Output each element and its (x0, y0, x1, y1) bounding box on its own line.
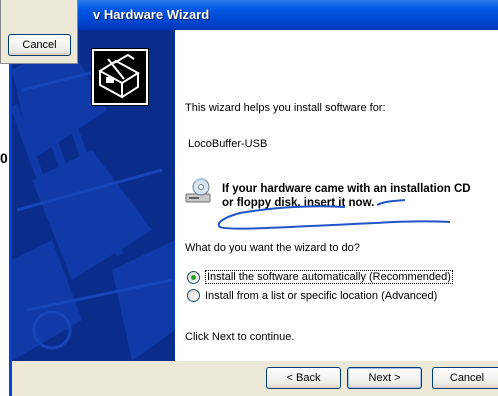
hardware-wizard-window: v Hardware Wizard This wizard helps you … (9, 0, 498, 396)
background-cancel-button[interactable]: Cancel (8, 34, 71, 56)
hardware-install-icon (92, 49, 148, 105)
option-install-from-list[interactable]: Install from a list or specific location… (187, 289, 437, 302)
cd-drive-icon (185, 178, 211, 203)
cd-hint-line2: or floppy disk, insert it now. (222, 197, 375, 209)
question-text: What do you want the wizard to do? (185, 242, 360, 254)
background-window: Cancel (0, 0, 78, 64)
intro-text: This wizard helps you install software f… (185, 102, 386, 114)
option-install-automatically[interactable]: Install the software automatically (Reco… (187, 270, 453, 284)
next-button[interactable]: Next > (347, 367, 422, 389)
continue-text: Click Next to continue. (185, 331, 295, 343)
wizard-content: This wizard helps you install software f… (175, 30, 498, 361)
back-button[interactable]: < Back (266, 367, 341, 389)
option-label: Install the software automatically (Reco… (205, 270, 453, 284)
wizard-banner (12, 30, 175, 361)
window-title: v Hardware Wizard (93, 7, 210, 22)
device-name: LocoBuffer-USB (188, 138, 268, 150)
option-label: Install from a list or specific location… (205, 289, 438, 302)
radio-button[interactable] (187, 289, 200, 302)
radio-button-selected[interactable] (187, 270, 200, 284)
cd-hint-line1: If your hardware came with an installati… (222, 183, 471, 195)
background-partial-text: 0 (0, 150, 8, 166)
background-window-body (0, 64, 9, 396)
title-bar[interactable]: v Hardware Wizard (12, 0, 498, 30)
cancel-button[interactable]: Cancel (432, 367, 498, 389)
